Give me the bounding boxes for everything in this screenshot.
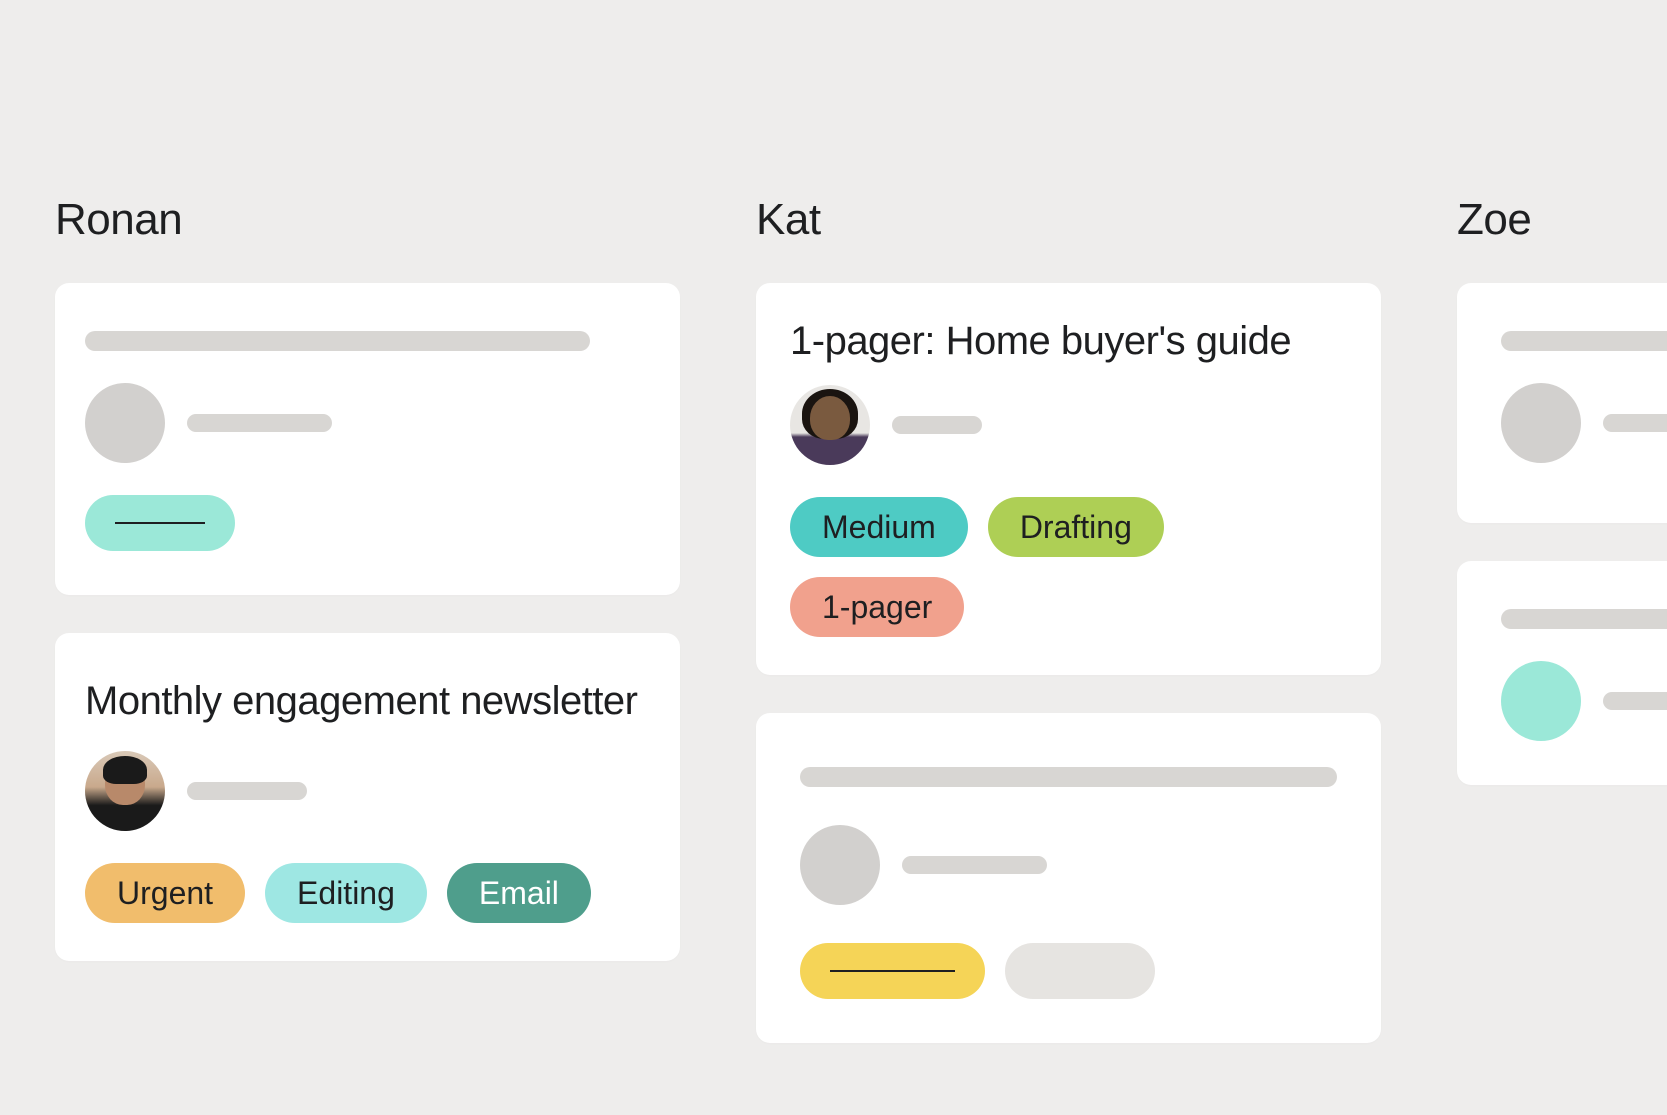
column-title: Kat — [756, 195, 1381, 245]
assignee-row — [85, 751, 650, 831]
task-card[interactable] — [756, 713, 1381, 1043]
tag-drafting[interactable]: Drafting — [988, 497, 1164, 557]
avatar[interactable] — [85, 751, 165, 831]
column-title: Ronan — [55, 195, 680, 245]
skeleton-line — [1603, 414, 1667, 432]
skeleton-line — [902, 856, 1047, 874]
avatar[interactable] — [790, 385, 870, 465]
avatar-placeholder — [85, 383, 165, 463]
assignee-row — [1501, 661, 1667, 741]
tag-placeholder — [1005, 943, 1155, 999]
tag-editing[interactable]: Editing — [265, 863, 427, 923]
column-ronan: Ronan Monthly engagement newsletter Urge… — [55, 195, 680, 1081]
assignee-row — [800, 825, 1337, 905]
tag-email[interactable]: Email — [447, 863, 591, 923]
skeleton-line — [892, 416, 982, 434]
task-card[interactable]: Monthly engagement newsletter Urgent Edi… — [55, 633, 680, 961]
tags-row: Medium Drafting 1-pager — [790, 497, 1347, 637]
card-title: Monthly engagement newsletter — [85, 675, 650, 727]
task-card[interactable] — [55, 283, 680, 595]
assignee-row — [85, 383, 646, 463]
tags-row — [85, 495, 646, 551]
tag-medium[interactable]: Medium — [790, 497, 968, 557]
task-card[interactable] — [1457, 283, 1667, 523]
skeleton-title — [1501, 609, 1667, 629]
skeleton-title — [800, 767, 1337, 787]
task-card[interactable] — [1457, 561, 1667, 785]
kanban-board: Ronan Monthly engagement newsletter Urge… — [55, 195, 1667, 1081]
tag-urgent[interactable]: Urgent — [85, 863, 245, 923]
tags-row — [800, 943, 1337, 999]
skeleton-title — [1501, 331, 1667, 351]
tag-placeholder — [85, 495, 235, 551]
skeleton-line — [187, 782, 307, 800]
column-zoe: Zoe — [1457, 195, 1667, 1081]
avatar-placeholder — [1501, 383, 1581, 463]
column-title: Zoe — [1457, 195, 1667, 245]
column-kat: Kat 1-pager: Home buyer's guide Medium D… — [756, 195, 1381, 1081]
tags-row: Urgent Editing Email — [85, 863, 650, 923]
avatar-placeholder — [800, 825, 880, 905]
skeleton-line — [187, 414, 332, 432]
skeleton-title — [85, 331, 590, 351]
tag-placeholder — [800, 943, 985, 999]
card-title: 1-pager: Home buyer's guide — [790, 315, 1347, 367]
task-card[interactable]: 1-pager: Home buyer's guide Medium Draft… — [756, 283, 1381, 675]
assignee-row — [790, 385, 1347, 465]
avatar-placeholder — [1501, 661, 1581, 741]
assignee-row — [1501, 383, 1667, 463]
tag-1pager[interactable]: 1-pager — [790, 577, 964, 637]
skeleton-line — [1603, 692, 1667, 710]
